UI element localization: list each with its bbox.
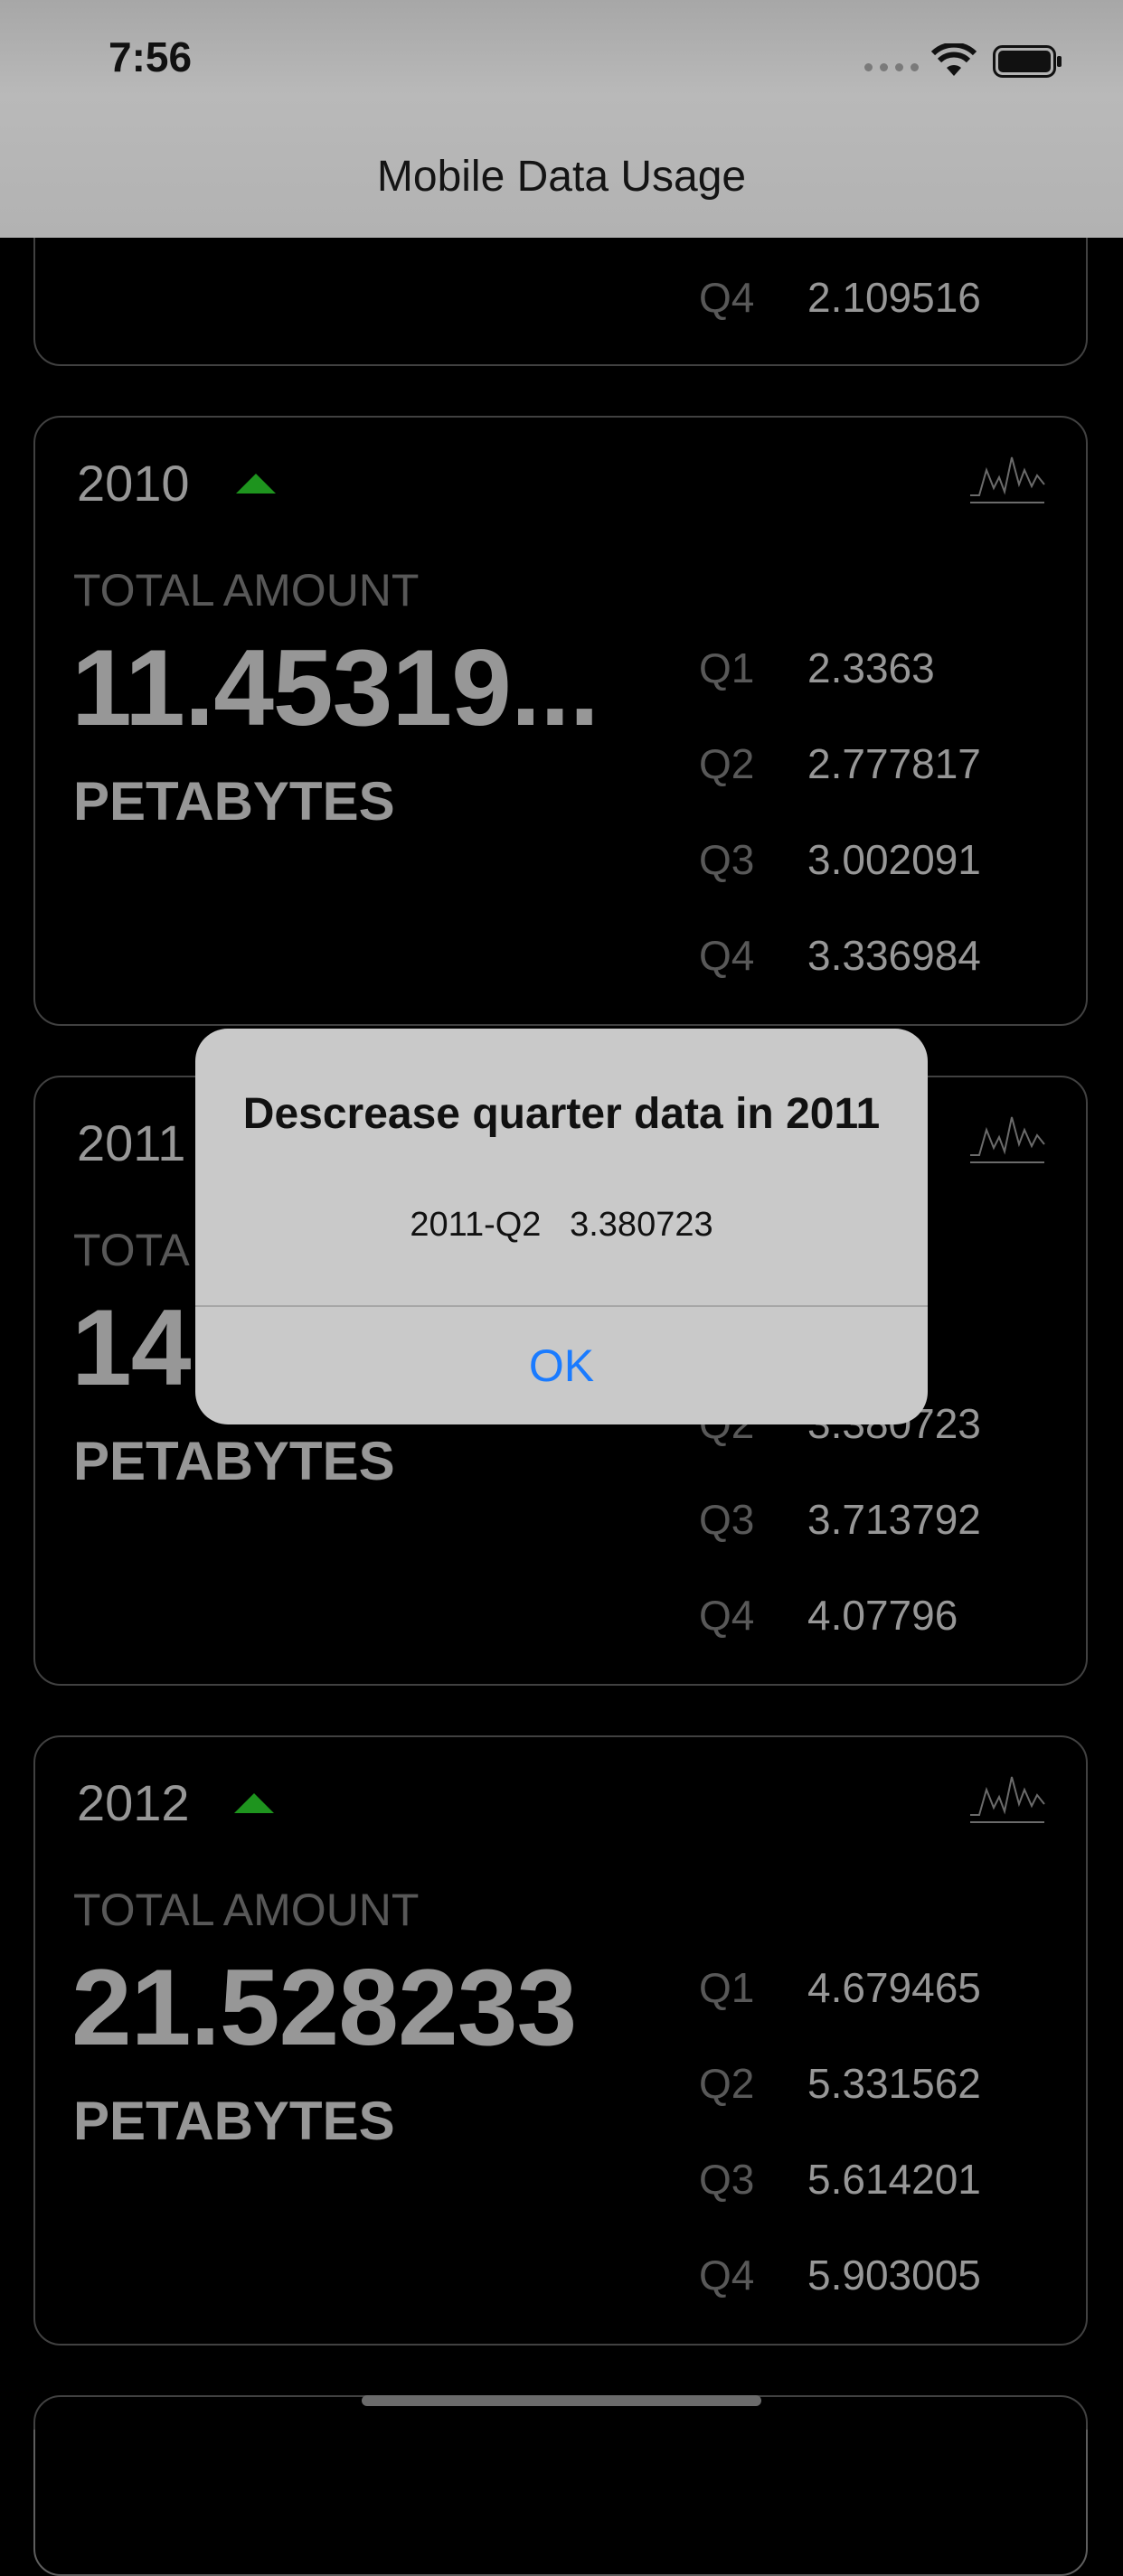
alert-title: Descrease quarter data in 2011 [242,1090,881,1138]
cellular-signal-icon [864,63,919,71]
alert-message: 2011-Q2 3.380723 [410,1206,713,1244]
navigation-bar: 7:56 Mobile Data Usage [0,0,1123,238]
home-indicator[interactable] [362,2395,761,2406]
wifi-icon [931,43,977,76]
status-bar: 7:56 [0,0,1123,127]
alert-dialog: Descrease quarter data in 2011 2011-Q2 3… [195,1029,928,1424]
status-time: 7:56 [109,33,193,80]
battery-icon [993,45,1062,78]
page-title: Mobile Data Usage [376,153,747,201]
ok-button[interactable]: OK [195,1307,928,1424]
